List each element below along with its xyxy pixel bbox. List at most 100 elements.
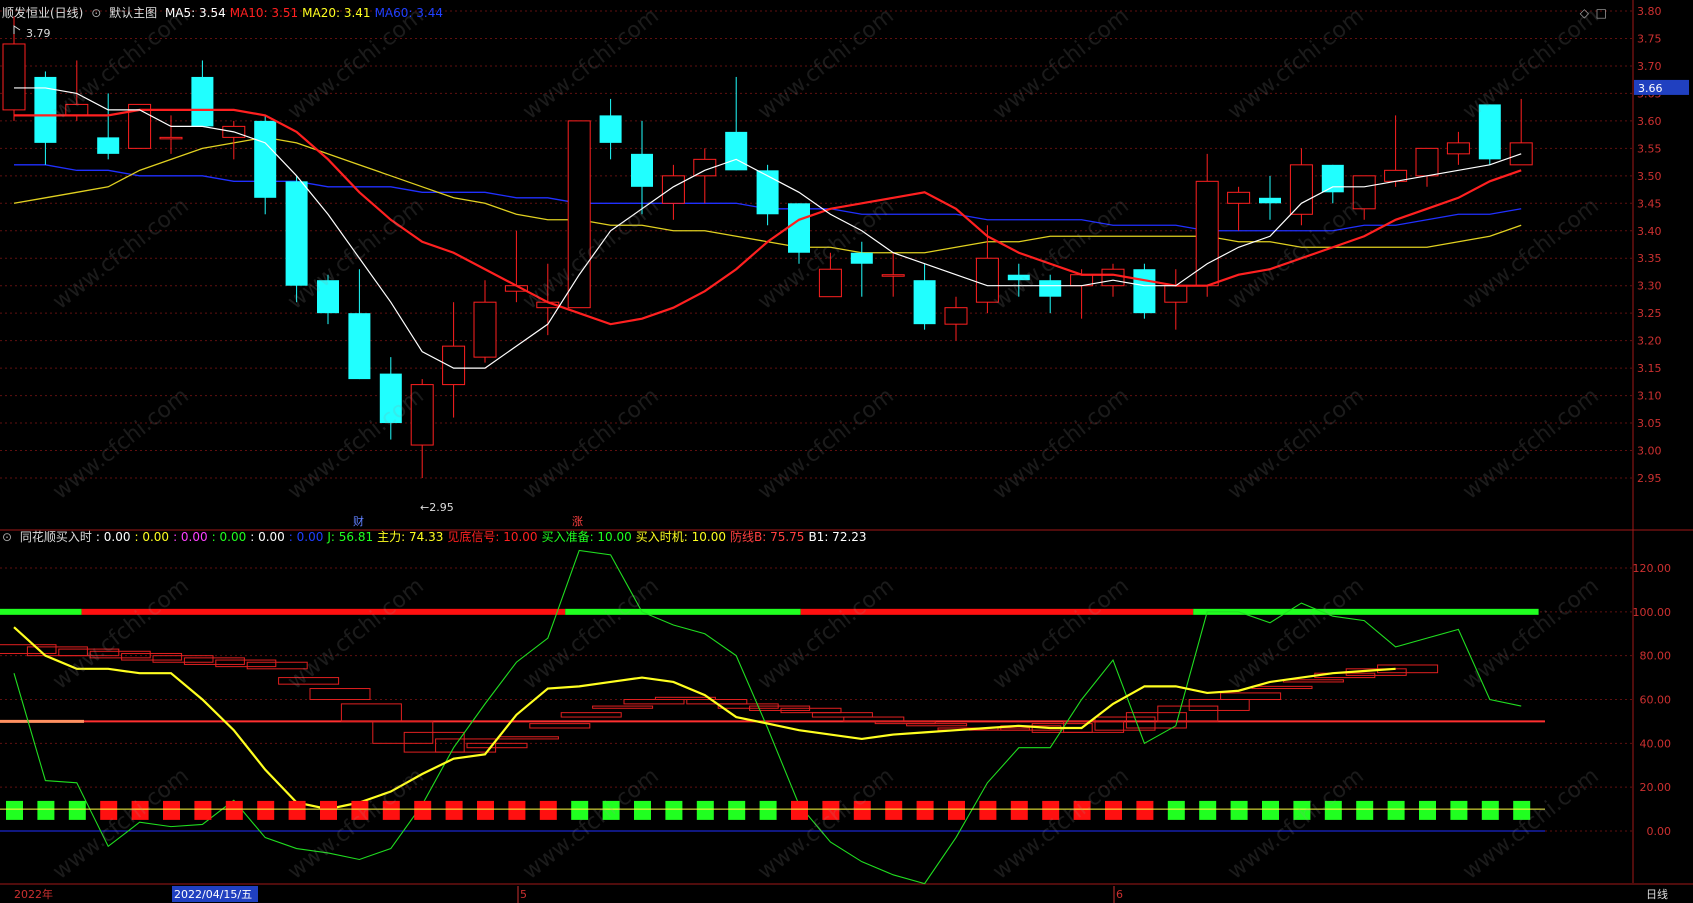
indicator-value-11: 防线B: 75.75 <box>730 530 805 544</box>
chart-canvas: 3.803.753.703.653.603.553.503.453.403.35… <box>0 0 1693 903</box>
y-tick-label: 3.00 <box>1637 445 1662 458</box>
price-tag: 3.66 <box>1638 82 1663 95</box>
defense-box <box>811 712 873 718</box>
candle <box>599 98 622 160</box>
defense-box <box>121 652 183 661</box>
candle-body <box>254 120 277 198</box>
watermark: www.cfchi.com <box>988 3 1133 124</box>
candle-body <box>473 301 497 358</box>
watermark: www.cfchi.com <box>1223 763 1368 884</box>
candle-body <box>1321 164 1344 193</box>
diamond-icon[interactable]: ◇ <box>1580 5 1589 21</box>
watermark: www.cfchi.com <box>283 3 428 124</box>
candle <box>1415 147 1439 187</box>
candle-body <box>285 181 308 286</box>
candle-body <box>599 115 622 143</box>
y-tick-label: 3.05 <box>1637 417 1662 430</box>
y-tick-label: 20.00 <box>1640 781 1672 794</box>
signal-square <box>696 800 714 820</box>
candle <box>222 120 246 160</box>
y-tick-label: 3.45 <box>1637 197 1662 210</box>
candle <box>97 93 120 160</box>
watermark: www.cfchi.com <box>988 763 1133 884</box>
y-tick-label: 40.00 <box>1640 737 1672 750</box>
watermark: www.cfchi.com <box>283 763 428 884</box>
indicator-title[interactable]: 同花顺买入时 <box>20 530 92 544</box>
candle-body <box>1164 285 1188 303</box>
watermark: www.cfchi.com <box>1223 573 1368 694</box>
candle-body <box>442 345 466 386</box>
defense-box <box>340 703 402 722</box>
candle <box>913 263 936 330</box>
candle <box>191 60 214 127</box>
settings-icon[interactable]: ⊙ <box>2 530 12 544</box>
watermark: www.cfchi.com <box>1458 573 1603 694</box>
candle-body <box>756 170 779 215</box>
y-tick-label: 80.00 <box>1640 650 1672 663</box>
candle-body <box>1289 164 1313 215</box>
square-icon[interactable]: □ <box>1596 5 1607 21</box>
watermark: www.cfchi.com <box>518 193 663 314</box>
defense-box <box>1282 679 1344 683</box>
defense-box <box>623 699 685 705</box>
main-chart-label[interactable]: 默认主图 <box>109 6 157 20</box>
watermark: www.cfchi.com <box>753 763 898 884</box>
y-tick-label: 3.10 <box>1637 390 1662 403</box>
candle-body <box>725 131 748 171</box>
y-tick-label: 3.35 <box>1637 252 1662 265</box>
candle <box>725 76 748 171</box>
candle <box>442 302 466 418</box>
y-tick-label: 3.75 <box>1637 32 1662 45</box>
settings-icon[interactable]: ⊙ <box>91 6 101 20</box>
signal-square <box>1387 800 1405 820</box>
y-tick-label: 120.00 <box>1633 562 1672 575</box>
watermark: www.cfchi.com <box>1458 3 1603 124</box>
signal-square <box>539 800 557 820</box>
indicator-legend: : 0.00: 0.00: 0.00: 0.00: 0.00: 0.00 J: 5… <box>96 530 871 544</box>
signal-square <box>1105 800 1122 820</box>
candle <box>34 71 57 165</box>
ma-label-0: MA5: 3.54 <box>164 6 226 20</box>
y-tick-label: 0.00 <box>1647 825 1672 838</box>
candle <box>944 296 968 341</box>
watermark: www.cfchi.com <box>518 3 663 124</box>
defense-box <box>1220 692 1282 700</box>
month-label: 5 <box>520 888 527 901</box>
y-tick-label: 3.50 <box>1637 170 1662 183</box>
candle-body <box>2 43 26 111</box>
watermark: www.cfchi.com <box>1458 383 1603 504</box>
candle-body <box>1195 180 1219 287</box>
candle <box>254 115 277 215</box>
stock-title[interactable]: 顺发恒业(日线) <box>2 6 83 20</box>
signal-square <box>665 800 683 820</box>
signal-square <box>68 800 86 820</box>
candle-body <box>1259 197 1281 204</box>
candle <box>1133 263 1156 319</box>
date-label: 2022年 <box>14 887 53 901</box>
signal-square <box>1450 800 1468 820</box>
watermark: www.cfchi.com <box>753 383 898 504</box>
candle-body <box>159 136 183 140</box>
signal-square <box>728 800 746 820</box>
defense-box <box>529 723 591 729</box>
candle-body <box>944 307 968 325</box>
signal-square <box>37 800 55 820</box>
candle-body <box>1446 142 1470 155</box>
state-bar-segment <box>0 608 82 615</box>
watermark: www.cfchi.com <box>48 763 193 884</box>
signal-square <box>885 800 903 820</box>
defense-box <box>183 657 245 665</box>
defense-box <box>592 705 654 709</box>
signal-square <box>477 800 494 820</box>
ma-label-1: MA10: 3.51 <box>229 6 299 20</box>
signal-square <box>1262 800 1279 820</box>
signal-square <box>1199 800 1217 820</box>
candle <box>756 164 779 226</box>
indicator-header: ⊙ 同花顺买入时 : 0.00: 0.00: 0.00: 0.00: 0.00: … <box>2 529 875 545</box>
defense-box <box>403 731 465 753</box>
defense-box <box>0 644 57 654</box>
high-marker <box>13 25 21 34</box>
y-tick-label: 3.25 <box>1637 307 1662 320</box>
y-tick-label: 2.95 <box>1637 472 1662 485</box>
indicator-value-4: : 0.00 <box>250 530 285 544</box>
